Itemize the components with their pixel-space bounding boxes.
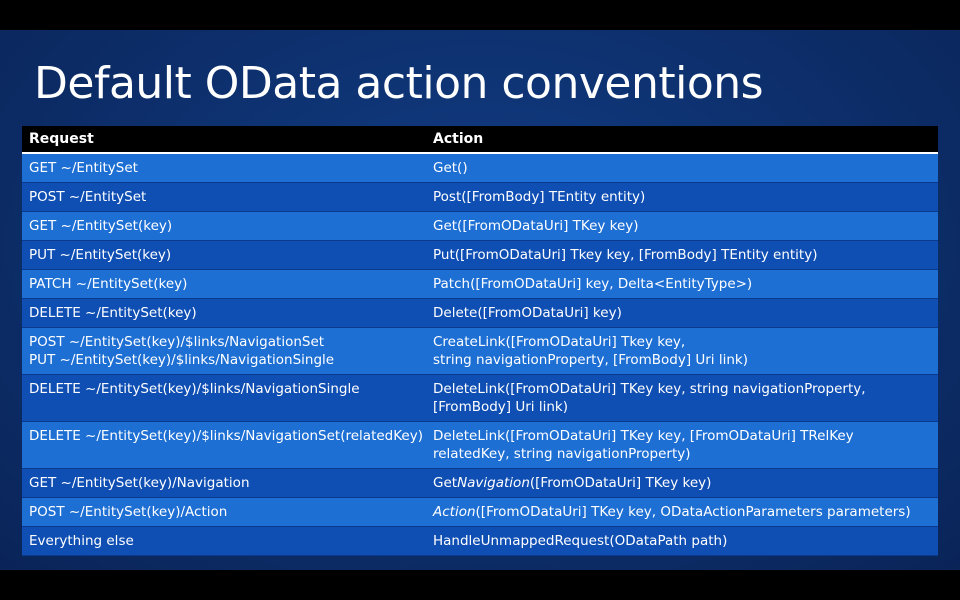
action-params: ([FromODataUri] TKey key)	[529, 475, 712, 491]
action-text: DeleteLink([FromODataUri] TKey key, stri…	[433, 381, 866, 415]
action-method-name: Action	[433, 504, 476, 520]
action-cell: Post([FromBody] TEntity entity)	[433, 182, 938, 212]
action-text: Delete([FromODataUri] key)	[433, 305, 622, 321]
action-cell: HandleUnmappedRequest(ODataPath path)	[433, 526, 938, 556]
action-cell: Get()	[433, 153, 938, 183]
table-row: PUT ~/EntitySet(key) Put([FromODataUri] …	[22, 240, 938, 270]
request-cell: DELETE ~/EntitySet(key)/$links/Navigatio…	[22, 421, 433, 469]
request-cell: GET ~/EntitySet(key)/Navigation	[22, 468, 433, 498]
request-cell: PUT ~/EntitySet(key)	[22, 240, 433, 270]
request-cell: DELETE ~/EntitySet(key)	[22, 298, 433, 328]
action-cell: DeleteLink([FromODataUri] TKey key, [Fro…	[433, 421, 938, 469]
header-action: Action	[433, 126, 938, 154]
table-row: DELETE ~/EntitySet(key)/$links/Navigatio…	[22, 374, 938, 422]
table-row: DELETE ~/EntitySet(key) Delete([FromODat…	[22, 298, 938, 328]
action-cell: Put([FromODataUri] Tkey key, [FromBody] …	[433, 240, 938, 270]
action-cell: GetNavigation([FromODataUri] TKey key)	[433, 468, 938, 498]
action-params: ([FromODataUri] TKey key, ODataActionPar…	[475, 504, 911, 520]
action-text: HandleUnmappedRequest(ODataPath path)	[433, 533, 728, 549]
action-text: Get()	[433, 160, 468, 176]
slide: Default OData action conventions Request…	[0, 30, 960, 570]
table-row: POST ~/EntitySet(key)/Action Action([Fro…	[22, 497, 938, 527]
table-row: POST ~/EntitySet(key)/$links/NavigationS…	[22, 327, 938, 375]
request-cell: PATCH ~/EntitySet(key)	[22, 269, 433, 299]
request-cell: Everything else	[22, 526, 433, 556]
table-row: GET ~/EntitySet Get()	[22, 153, 938, 183]
table-row: PATCH ~/EntitySet(key) Patch([FromODataU…	[22, 269, 938, 299]
request-cell: POST ~/EntitySet(key)/$links/NavigationS…	[22, 327, 433, 375]
table-row: POST ~/EntitySet Post([FromBody] TEntity…	[22, 182, 938, 212]
table-header-row: Request Action	[22, 126, 938, 154]
action-text: DeleteLink([FromODataUri] TKey key, [Fro…	[433, 428, 854, 462]
action-method-name: Navigation	[457, 475, 530, 491]
table-row: GET ~/EntitySet(key) Get([FromODataUri] …	[22, 211, 938, 241]
action-text: Post([FromBody] TEntity entity)	[433, 189, 646, 205]
request-cell: POST ~/EntitySet	[22, 182, 433, 212]
action-cell: Get([FromODataUri] TKey key)	[433, 211, 938, 241]
conventions-table: Request Action GET ~/EntitySet Get() POS…	[22, 126, 938, 556]
table-row: Everything else HandleUnmappedRequest(OD…	[22, 526, 938, 556]
request-cell: POST ~/EntitySet(key)/Action	[22, 497, 433, 527]
action-cell: Action([FromODataUri] TKey key, ODataAct…	[433, 497, 938, 527]
action-cell: Patch([FromODataUri] key, Delta<EntityTy…	[433, 269, 938, 299]
slide-title: Default OData action conventions	[34, 58, 764, 109]
action-text: CreateLink([FromODataUri] Tkey key, stri…	[433, 334, 748, 368]
action-text: Get	[433, 475, 458, 491]
action-cell: DeleteLink([FromODataUri] TKey key, stri…	[433, 374, 938, 422]
header-request: Request	[22, 126, 433, 154]
action-cell: Delete([FromODataUri] key)	[433, 298, 938, 328]
table-row: GET ~/EntitySet(key)/Navigation GetNavig…	[22, 468, 938, 498]
action-text: Put([FromODataUri] Tkey key, [FromBody] …	[433, 247, 818, 263]
request-cell: DELETE ~/EntitySet(key)/$links/Navigatio…	[22, 374, 433, 422]
table-row: DELETE ~/EntitySet(key)/$links/Navigatio…	[22, 421, 938, 469]
request-cell: GET ~/EntitySet	[22, 153, 433, 183]
action-text: Patch([FromODataUri] key, Delta<EntityTy…	[433, 276, 753, 292]
action-cell: CreateLink([FromODataUri] Tkey key, stri…	[433, 327, 938, 375]
action-text: Get([FromODataUri] TKey key)	[433, 218, 639, 234]
request-cell: GET ~/EntitySet(key)	[22, 211, 433, 241]
